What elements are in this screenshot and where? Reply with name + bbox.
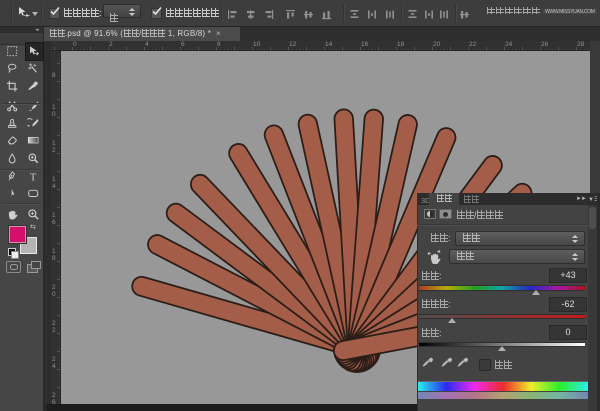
svg-text:T: T: [30, 172, 37, 182]
